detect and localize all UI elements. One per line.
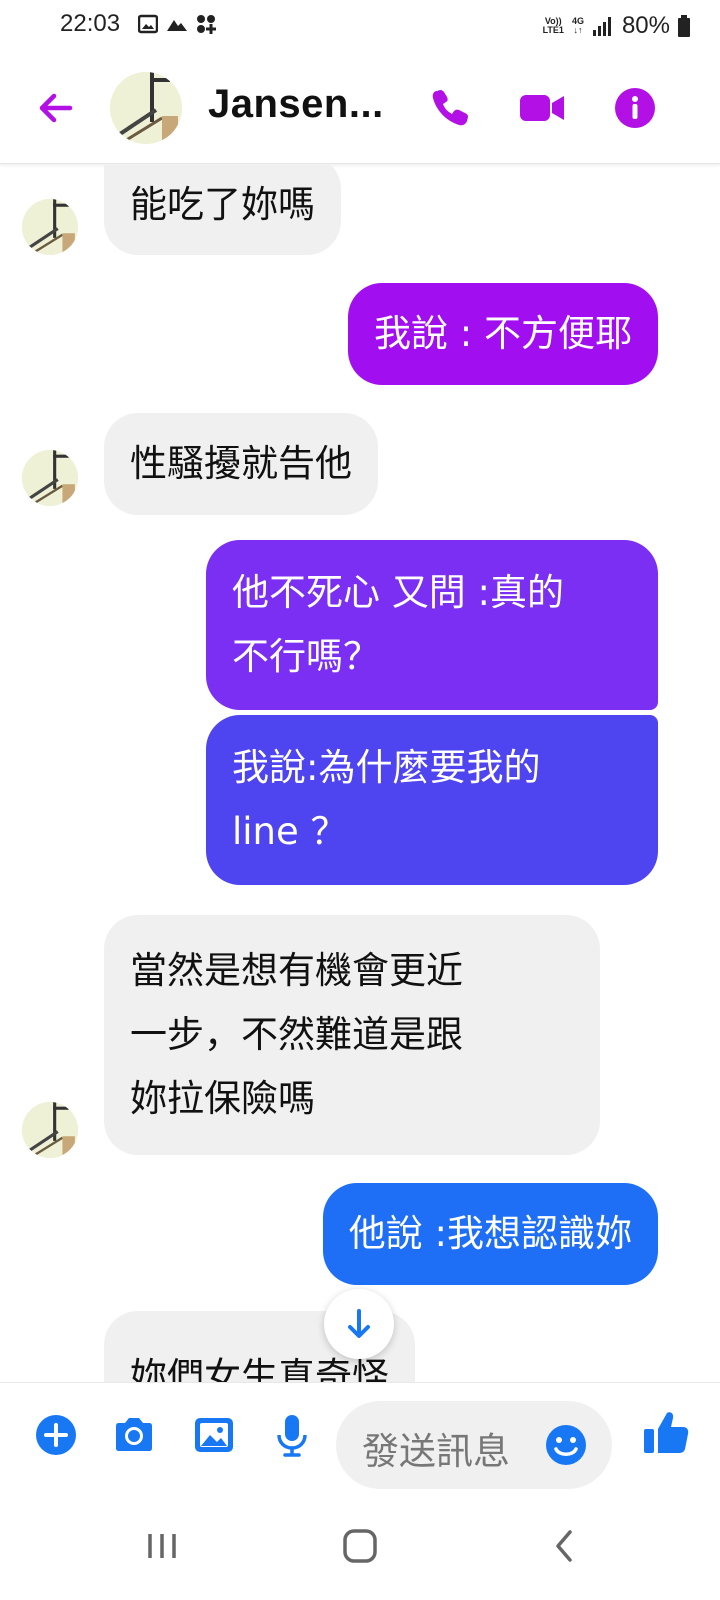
message-text: 我說 : 不方便耶 — [374, 312, 632, 355]
microphone-icon[interactable] — [268, 1411, 316, 1459]
message-text: 能吃了妳嗎 — [130, 183, 315, 226]
messenger-screen: 22:03 Vo)) LTE1 4G ↓↑ 80% Jansen... 能吃了妳… — [0, 0, 720, 1600]
arrow-left-icon[interactable] — [34, 86, 78, 130]
message-text-line: 他不死心 又問 :真的 — [232, 571, 564, 614]
contact-name[interactable]: Jansen... — [208, 82, 384, 127]
message-text-line: 我說:為什麼要我的 — [232, 746, 541, 789]
chat-header: Jansen... — [0, 52, 720, 164]
contact-avatar-small[interactable] — [22, 1102, 78, 1158]
arrow-down-icon — [348, 1309, 370, 1338]
avatar-photo — [110, 72, 182, 144]
battery-icon — [678, 15, 690, 37]
recent-apps-icon[interactable] — [132, 1518, 192, 1574]
phone-icon[interactable] — [428, 86, 472, 130]
message-bubble-outgoing[interactable]: 我說:為什麼要我的 line ？ — [206, 715, 658, 885]
message-composer: 發送訊息 — [0, 1382, 720, 1492]
message-text-line: 一步，不然難道是跟 — [130, 1013, 463, 1056]
message-text-line: line ？ — [232, 810, 348, 853]
contact-avatar-small[interactable] — [22, 450, 78, 506]
gallery-notification-icon — [138, 14, 158, 34]
system-navigation-bar — [0, 1492, 720, 1600]
message-text-line: 當然是想有機會更近 — [130, 949, 463, 992]
message-text-line: 妳拉保險嗎 — [130, 1077, 315, 1120]
mountain-notification-icon — [167, 20, 187, 31]
status-time: 22:03 — [60, 10, 121, 37]
message-bubble-outgoing[interactable]: 他說 :我想認識妳 — [322, 1183, 658, 1285]
avatar-photo — [22, 199, 78, 255]
contact-avatar[interactable] — [110, 72, 182, 144]
message-bubble-incoming[interactable]: 性騷擾就告他 — [104, 413, 378, 515]
message-bubble-incoming[interactable]: 當然是想有機會更近 一步，不然難道是跟 妳拉保險嗎 — [104, 915, 600, 1155]
video-camera-icon[interactable] — [518, 86, 566, 130]
avatar-photo — [22, 1102, 78, 1158]
message-text-line: 不行嗎？ — [232, 635, 380, 678]
message-bubble-outgoing[interactable]: 我說 : 不方便耶 — [348, 283, 658, 385]
home-icon[interactable] — [330, 1518, 390, 1574]
info-icon[interactable] — [613, 86, 657, 130]
network-type: 4G ↓↑ — [571, 16, 584, 35]
lte-label: LTE1 — [542, 25, 564, 35]
status-bar: 22:03 Vo)) LTE1 4G ↓↑ 80% — [0, 0, 720, 52]
camera-icon[interactable] — [110, 1411, 158, 1459]
thumbs-up-icon[interactable] — [640, 1407, 692, 1459]
message-list[interactable]: 能吃了妳嗎 我說 : 不方便耶 性騷擾就告他 他不死心 又問 :真的 不行嗎？ … — [0, 165, 720, 1382]
contact-avatar-small[interactable] — [22, 199, 78, 255]
signal-icon — [592, 17, 611, 36]
volte-indicator: Vo)) LTE1 — [543, 17, 564, 35]
message-text: 性騷擾就告他 — [130, 442, 352, 485]
dots-notification-icon — [197, 15, 216, 34]
scroll-to-bottom-button[interactable] — [324, 1289, 394, 1359]
system-status: Vo)) LTE1 4G ↓↑ 80% — [543, 12, 690, 40]
plus-circle-icon[interactable] — [32, 1411, 80, 1459]
message-bubble-outgoing[interactable]: 他不死心 又問 :真的 不行嗎？ — [206, 540, 658, 710]
message-input-placeholder: 發送訊息 — [362, 1430, 510, 1473]
image-icon[interactable] — [190, 1411, 238, 1459]
avatar-photo — [22, 450, 78, 506]
message-text: 他說 :我想認識妳 — [348, 1212, 632, 1255]
message-bubble-incoming[interactable]: 能吃了妳嗎 — [104, 165, 341, 255]
smiley-icon[interactable] — [542, 1421, 590, 1469]
back-nav-icon[interactable] — [534, 1518, 594, 1574]
notification-icons — [138, 14, 216, 34]
battery-percent: 80% — [621, 12, 670, 39]
message-input[interactable]: 發送訊息 — [336, 1401, 612, 1489]
